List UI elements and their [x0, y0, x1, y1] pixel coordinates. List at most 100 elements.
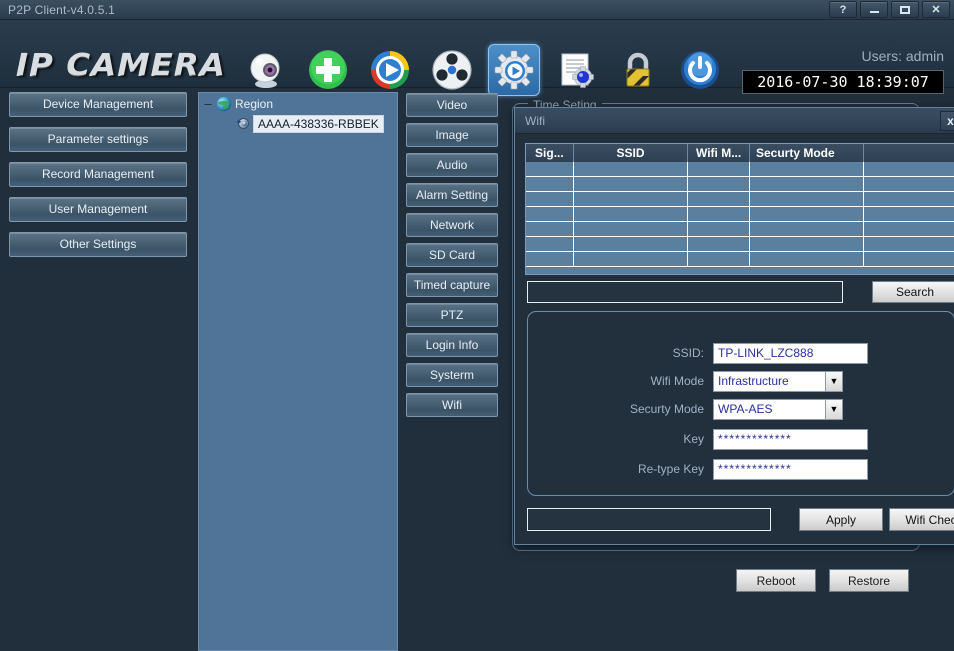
column-header-signal[interactable]: Sig... — [526, 144, 574, 162]
header-bar: IP CAMERA — [0, 20, 954, 88]
tab-audio[interactable]: Audio — [406, 153, 498, 177]
log-icon[interactable] — [550, 44, 602, 96]
tab-alarm-setting[interactable]: Alarm Setting — [406, 183, 498, 207]
wifi-settings-group: SSID: TP-LINK_LZC888 Wifi Mode Infrastru… — [527, 311, 954, 496]
camera-icon[interactable] — [240, 44, 292, 96]
power-icon[interactable] — [674, 44, 726, 96]
tab-image[interactable]: Image — [406, 123, 498, 147]
column-header-security-mode[interactable]: Securty Mode — [750, 144, 865, 162]
wifi-dialog-close-icon[interactable]: x — [940, 111, 954, 131]
users-label: Users: admin — [862, 48, 944, 64]
minimize-button[interactable] — [860, 1, 888, 18]
settings-gear-icon[interactable] — [488, 44, 540, 96]
table-row[interactable] — [526, 192, 954, 207]
chevron-down-icon[interactable]: ▼ — [825, 400, 842, 419]
ssid-row: SSID: TP-LINK_LZC888 — [528, 342, 954, 364]
column-header-wifi-mode[interactable]: Wifi M... — [688, 144, 750, 162]
settings-gear-icon-svg — [494, 50, 534, 90]
search-input[interactable] — [527, 281, 843, 303]
restore-button[interactable]: Restore — [829, 569, 909, 592]
tab-sd-card[interactable]: SD Card — [406, 243, 498, 267]
collapse-toggle-icon[interactable]: – — [203, 98, 213, 110]
add-icon-svg — [307, 49, 349, 91]
table-body — [526, 162, 954, 267]
tab-wifi[interactable]: Wifi — [406, 393, 498, 417]
brand-logo: IP CAMERA — [16, 48, 226, 83]
tree-device-node[interactable]: ✦ AAAA-438336-RBBEK — [235, 115, 384, 133]
chevron-down-icon[interactable]: ▼ — [825, 372, 842, 391]
table-row[interactable] — [526, 222, 954, 237]
wifi-network-table[interactable]: Sig... SSID Wifi M... Securty Mode — [525, 143, 954, 275]
close-button[interactable]: ✕ — [922, 1, 950, 18]
power-icon-svg — [679, 49, 721, 91]
ssid-input[interactable]: TP-LINK_LZC888 — [713, 343, 868, 364]
window-title: P2P Client-v4.0.5.1 — [8, 3, 115, 17]
tree-root-node[interactable]: – Region — [203, 97, 273, 111]
retype-key-input[interactable]: ************* — [713, 459, 868, 480]
table-row[interactable] — [526, 177, 954, 192]
tree-root-label: Region — [235, 97, 273, 111]
search-button[interactable]: Search — [872, 281, 954, 303]
sidebar-item-parameter-settings[interactable]: Parameter settings — [9, 127, 187, 152]
device-camera-icon: ✦ — [235, 117, 250, 131]
tab-video[interactable]: Video — [406, 93, 498, 117]
tab-network[interactable]: Network — [406, 213, 498, 237]
play-icon[interactable] — [364, 44, 416, 96]
lock-icon[interactable] — [612, 44, 664, 96]
tree-device-label: AAAA-438336-RBBEK — [253, 115, 384, 133]
add-icon[interactable] — [302, 44, 354, 96]
sidebar-item-other-settings[interactable]: Other Settings — [9, 232, 187, 257]
key-label: Key — [528, 432, 713, 446]
table-row[interactable] — [526, 237, 954, 252]
table-row[interactable] — [526, 252, 954, 267]
tab-timed-capture[interactable]: Timed capture — [406, 273, 498, 297]
datetime-display: 2016-07-30 18:39:07 — [742, 70, 944, 94]
tab-ptz[interactable]: PTZ — [406, 303, 498, 327]
settings-menu: Video Image Audio Alarm Setting Network … — [406, 93, 506, 423]
device-actions: Reboot Restore — [736, 569, 909, 592]
security-mode-label: Securty Mode — [528, 402, 713, 416]
maximize-icon — [900, 6, 910, 14]
reboot-button[interactable]: Reboot — [736, 569, 816, 592]
table-row[interactable] — [526, 207, 954, 222]
wifi-dialog-titlebar[interactable]: Wifi x — [515, 108, 954, 134]
retype-key-row: Re-type Key ************* — [528, 458, 954, 480]
status-input[interactable] — [527, 508, 771, 531]
lock-icon-svg — [617, 49, 659, 91]
security-mode-select[interactable]: WPA-AES ▼ — [713, 399, 843, 420]
ssid-label: SSID: — [528, 346, 713, 360]
security-mode-row: Securty Mode WPA-AES ▼ — [528, 398, 954, 420]
column-header-ssid[interactable]: SSID — [574, 144, 688, 162]
wifi-mode-value: Infrastructure — [718, 374, 789, 388]
search-row: Search — [527, 281, 954, 303]
wifi-check-button[interactable]: Wifi Check — [889, 508, 954, 531]
sidebar-item-user-management[interactable]: User Management — [9, 197, 187, 222]
wifi-mode-row: Wifi Mode Infrastructure ▼ — [528, 370, 954, 392]
log-icon-svg — [555, 49, 597, 91]
play-icon-svg — [369, 49, 411, 91]
reel-icon-svg — [431, 49, 473, 91]
sidebar-item-device-management[interactable]: Device Management — [9, 92, 187, 117]
sidebar-item-record-management[interactable]: Record Management — [9, 162, 187, 187]
globe-icon — [217, 97, 231, 111]
key-input[interactable]: ************* — [713, 429, 868, 450]
camera-icon-svg — [245, 49, 287, 91]
column-header-extra[interactable] — [864, 144, 954, 162]
wifi-dialog-title: Wifi — [525, 114, 545, 128]
window-controls: ? ✕ — [829, 1, 950, 18]
left-nav: Device Management Parameter settings Rec… — [0, 92, 196, 267]
main-toolbar — [240, 44, 726, 96]
title-bar: P2P Client-v4.0.5.1 ? ✕ — [0, 0, 954, 20]
retype-key-label: Re-type Key — [528, 462, 713, 476]
table-header-row: Sig... SSID Wifi M... Securty Mode — [526, 144, 954, 162]
table-row[interactable] — [526, 162, 954, 177]
reel-icon[interactable] — [426, 44, 478, 96]
help-button[interactable]: ? — [829, 1, 857, 18]
dialog-actions: Apply Wifi Check — [527, 508, 954, 532]
tab-login-info[interactable]: Login Info — [406, 333, 498, 357]
wifi-mode-select[interactable]: Infrastructure ▼ — [713, 371, 843, 392]
apply-button[interactable]: Apply — [799, 508, 883, 531]
maximize-button[interactable] — [891, 1, 919, 18]
tab-system[interactable]: Systerm — [406, 363, 498, 387]
security-mode-value: WPA-AES — [718, 402, 772, 416]
